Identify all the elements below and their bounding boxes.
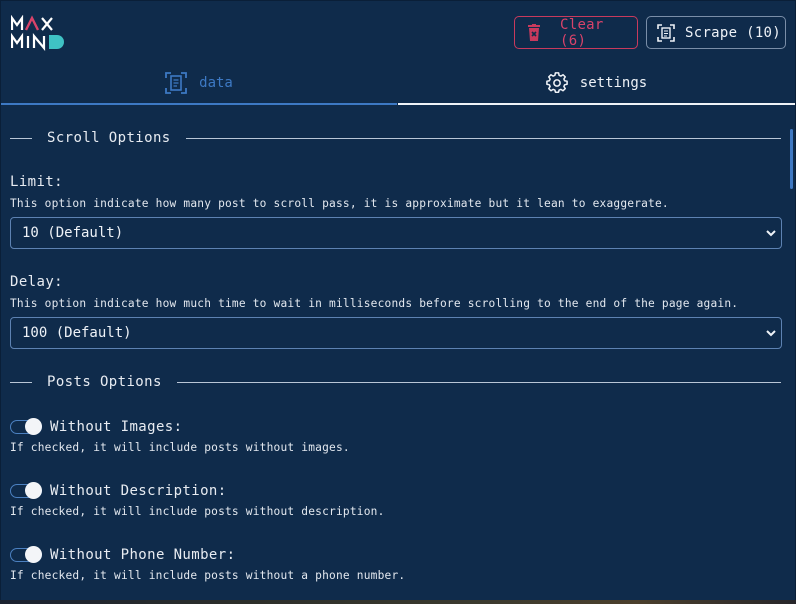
clear-button-label: Clear (6) — [560, 16, 604, 49]
without-phone-description: If checked, it will include posts withou… — [10, 569, 406, 582]
chevron-down-icon — [766, 230, 776, 237]
chevron-down-icon — [766, 330, 776, 337]
scan-document-icon — [657, 23, 675, 42]
divider — [10, 381, 32, 383]
toggle-knob — [25, 546, 42, 563]
limit-description: This option indicate how many post to sc… — [10, 197, 669, 210]
posts-options-title: Posts Options — [47, 374, 162, 390]
divider — [10, 137, 32, 139]
without-description-label: Without Description: — [50, 483, 227, 499]
without-phone-option: Without Phone Number: — [10, 546, 235, 564]
without-description-toggle[interactable] — [10, 482, 42, 499]
maxmind-logo — [11, 15, 64, 51]
tab-bar: data settings — [1, 63, 795, 105]
without-description-option: Without Description: — [10, 482, 227, 500]
scan-document-icon — [165, 72, 188, 94]
scroll-options-legend: Scroll Options — [10, 130, 781, 146]
without-images-toggle[interactable] — [10, 418, 42, 435]
scrape-button-label: Scrape (10) — [685, 24, 782, 41]
divider — [176, 381, 781, 383]
tab-data[interactable]: data — [1, 63, 397, 105]
delay-description: This option indicate how much time to wa… — [10, 297, 739, 310]
limit-select-value: 10 (Default) — [22, 225, 124, 241]
scrollbar-thumb[interactable] — [790, 129, 793, 189]
without-phone-label: Without Phone Number: — [50, 547, 236, 563]
without-images-description: If checked, it will include posts withou… — [10, 441, 350, 454]
toggle-knob — [25, 418, 42, 435]
gear-icon — [545, 72, 568, 94]
without-description-description: If checked, it will include posts withou… — [10, 505, 385, 518]
settings-panel: Scroll Options Limit: This option indica… — [1, 105, 795, 603]
scrape-button[interactable]: Scrape (10) — [646, 16, 786, 49]
without-phone-toggle[interactable] — [10, 546, 42, 563]
app-window: Clear (6) Scrape (10) data settings Scro… — [0, 0, 796, 604]
tab-settings[interactable]: settings — [398, 63, 795, 105]
delay-select[interactable]: 100 (Default) — [10, 317, 782, 349]
toggle-knob — [25, 482, 42, 499]
tab-settings-label: settings — [579, 75, 648, 91]
delay-select-value: 100 (Default) — [22, 325, 132, 341]
header: Clear (6) Scrape (10) — [1, 1, 795, 63]
divider — [185, 137, 781, 139]
limit-label: Limit: — [10, 174, 63, 190]
clear-button[interactable]: Clear (6) — [514, 16, 638, 49]
background-page-strip — [0, 600, 796, 604]
delay-label: Delay: — [10, 274, 63, 290]
trash-icon — [527, 23, 541, 42]
without-images-label: Without Images: — [50, 419, 183, 435]
tab-data-label: data — [199, 75, 233, 91]
posts-options-legend: Posts Options — [10, 374, 781, 390]
limit-select[interactable]: 10 (Default) — [10, 217, 782, 249]
scroll-options-title: Scroll Options — [47, 130, 171, 146]
without-images-option: Without Images: — [10, 418, 182, 436]
